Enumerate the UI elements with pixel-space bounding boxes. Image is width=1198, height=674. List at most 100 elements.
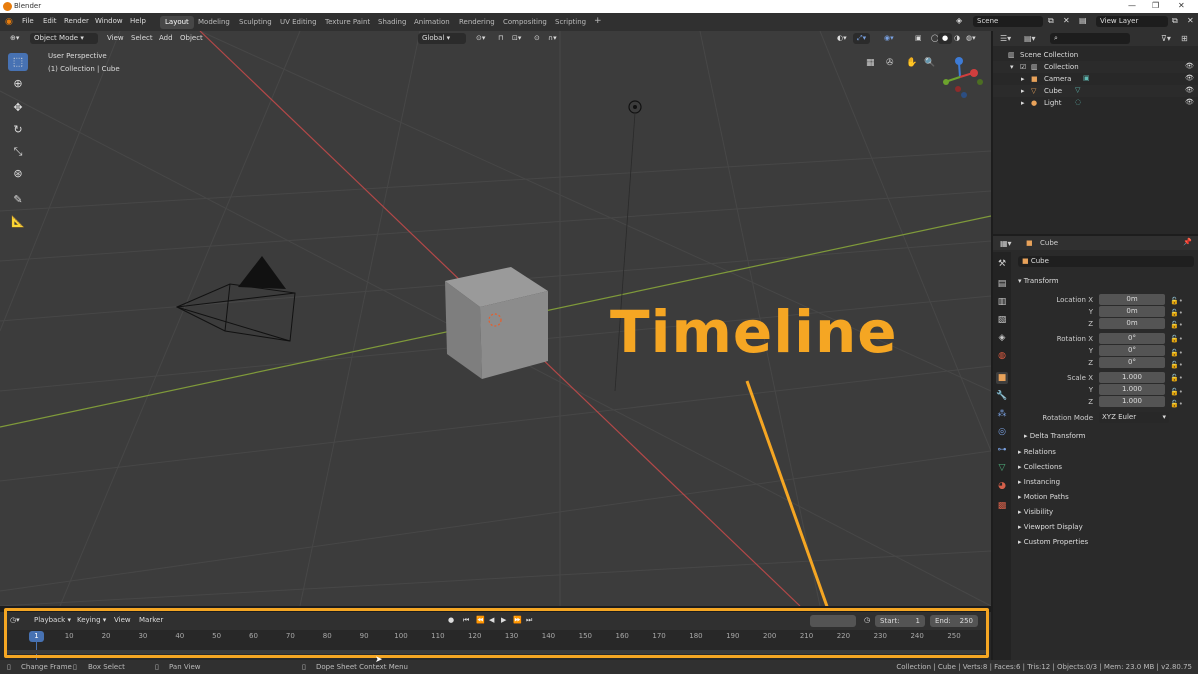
data-tab-icon[interactable]: ▽ — [996, 462, 1008, 474]
menu-render[interactable]: Render — [64, 17, 89, 25]
tab-animation[interactable]: Animation — [409, 16, 455, 29]
tab-texture-paint[interactable]: Texture Paint — [320, 16, 375, 29]
view-layer-field[interactable]: View Layer — [1096, 16, 1168, 27]
end-frame-field[interactable]: End: 250 — [930, 615, 978, 627]
rendered-shading-icon[interactable]: ◍▾ — [962, 33, 980, 44]
view-layer-icon[interactable]: ▤ — [1079, 16, 1087, 25]
panel-viewport-display[interactable]: ▸ Viewport Display — [1018, 523, 1083, 531]
eye-icon[interactable]: 👁 — [1185, 62, 1194, 70]
blender-menu-icon[interactable]: ◉ — [5, 17, 13, 27]
rotation-mode-dropdown[interactable]: XYZ Euler ▾ — [1099, 412, 1169, 423]
menu-object[interactable]: Object — [176, 33, 207, 44]
measure-icon[interactable]: 📐 — [8, 213, 28, 231]
display-mode-icon[interactable]: ▤▾ — [1024, 34, 1036, 43]
location-z-field[interactable]: 0m — [1099, 318, 1165, 329]
select-box-icon[interactable]: ⬚ — [8, 53, 28, 71]
pin-icon[interactable]: 📌 — [1183, 238, 1192, 246]
location-x-field[interactable]: 0m — [1099, 294, 1165, 305]
editor-type-icon[interactable]: ⊕▾ — [6, 33, 23, 44]
timeline-editor-type-icon[interactable]: ◷▾ — [6, 615, 24, 626]
new-view-layer-icon[interactable]: ⧉ — [1172, 16, 1178, 26]
annotate-icon[interactable]: ✎ — [8, 191, 28, 209]
timeline-editor[interactable]: ◷▾ Playback ▾ Keying ▾ View Marker ● ⏮ ⏪… — [0, 612, 991, 660]
object-tab-icon[interactable]: ■ — [996, 372, 1008, 384]
snap-icon[interactable]: ⊓ — [494, 33, 507, 44]
overlay-icon[interactable]: ◉▾ — [880, 33, 898, 44]
visibility-icon[interactable]: ◐▾ — [833, 33, 851, 44]
world-tab-icon[interactable]: ◍ — [996, 350, 1008, 362]
constraints-tab-icon[interactable]: ⊶ — [996, 444, 1008, 456]
maximize-icon[interactable]: ❐ — [1152, 1, 1159, 10]
panel-custom-properties[interactable]: ▸ Custom Properties — [1018, 538, 1088, 546]
navigation-gizmo[interactable]: ▦ ✇ ✋ 🔍 — [860, 53, 985, 123]
jump-end-icon[interactable]: ⏭ — [522, 615, 536, 626]
properties-editor-icon[interactable]: ▦▾ — [1000, 239, 1012, 248]
menu-marker[interactable]: Marker — [135, 615, 167, 626]
tab-sculpting[interactable]: Sculpting — [234, 16, 277, 29]
expand-icon[interactable]: ▸ — [1021, 99, 1025, 107]
outliner-row-cube[interactable]: ▸ ▽ Cube ▽ 👁 — [993, 85, 1198, 97]
orientation-dropdown[interactable]: Global ▾ — [418, 33, 466, 44]
minimize-icon[interactable]: — — [1128, 1, 1136, 10]
move-icon[interactable]: ✥ — [8, 99, 28, 117]
texture-tab-icon[interactable]: ▩ — [996, 500, 1008, 512]
scene-field[interactable]: Scene — [973, 16, 1043, 27]
tab-layout[interactable]: Layout — [160, 16, 194, 29]
panel-relations[interactable]: ▸ Relations — [1018, 448, 1056, 456]
gizmo-icon[interactable]: ⤢▾ — [853, 33, 871, 44]
playhead[interactable]: 1 — [29, 631, 44, 642]
view-layer-tab-icon[interactable]: ▧ — [996, 314, 1008, 326]
particles-tab-icon[interactable]: ⁂ — [996, 408, 1008, 420]
outliner-row-light[interactable]: ▸ ● Light ◌ 👁 — [993, 97, 1198, 109]
start-frame-field[interactable]: Start: 1 — [875, 615, 925, 627]
location-y-field[interactable]: 0m — [1099, 306, 1165, 317]
scale-y-field[interactable]: 1.000 — [1099, 384, 1165, 395]
scale-z-field[interactable]: 1.000 — [1099, 396, 1165, 407]
tab-compositing[interactable]: Compositing — [498, 16, 552, 29]
preview-range-icon[interactable]: ◷ — [860, 615, 874, 626]
rotation-z-field[interactable]: 0° — [1099, 357, 1165, 368]
mode-dropdown[interactable]: Object Mode ▾ — [30, 33, 98, 44]
tab-scripting[interactable]: Scripting — [550, 16, 591, 29]
new-scene-icon[interactable]: ⧉ — [1048, 16, 1054, 26]
current-frame-field[interactable] — [810, 615, 856, 627]
tab-shading[interactable]: Shading — [373, 16, 411, 29]
eye-icon[interactable]: 👁 — [1185, 74, 1194, 82]
material-tab-icon[interactable]: ◕ — [996, 480, 1008, 492]
tool-tab-icon[interactable]: ⚒ — [996, 258, 1008, 270]
panel-visibility[interactable]: ▸ Visibility — [1018, 508, 1053, 516]
menu-timeline-view[interactable]: View — [110, 615, 135, 626]
falloff-icon[interactable]: ∩▾ — [544, 33, 561, 44]
expand-icon[interactable]: ▾ — [1010, 63, 1014, 71]
menu-select[interactable]: Select — [127, 33, 157, 44]
menu-help[interactable]: Help — [130, 17, 146, 25]
panel-instancing[interactable]: ▸ Instancing — [1018, 478, 1060, 486]
rotation-y-field[interactable]: 0° — [1099, 345, 1165, 356]
menu-playback[interactable]: Playback ▾ — [30, 615, 75, 626]
checkbox-icon[interactable]: ☑ — [1020, 63, 1026, 71]
outliner-search-input[interactable]: ⌕ — [1050, 33, 1130, 44]
eye-icon[interactable]: 👁 — [1185, 98, 1194, 106]
outliner-row-camera[interactable]: ▸ ■ Camera ▣ 👁 — [993, 73, 1198, 85]
rotate-icon[interactable]: ↻ — [8, 121, 28, 139]
outliner-row-collection[interactable]: ▾ ☑ ▥ Collection 👁 — [993, 61, 1198, 73]
eye-icon[interactable]: 👁 — [1185, 86, 1194, 94]
output-tab-icon[interactable]: ▥ — [996, 296, 1008, 308]
menu-add[interactable]: Add — [155, 33, 177, 44]
timeline-scrollbar[interactable] — [4, 650, 989, 654]
expand-icon[interactable]: ▸ — [1021, 75, 1025, 83]
panel-motion-paths[interactable]: ▸ Motion Paths — [1018, 493, 1069, 501]
record-icon[interactable]: ● — [444, 615, 458, 626]
panel-collections[interactable]: ▸ Collections — [1018, 463, 1062, 471]
new-collection-icon[interactable]: ⊞ — [1181, 34, 1188, 43]
pivot-icon[interactable]: ⊙▾ — [472, 33, 489, 44]
menu-keying[interactable]: Keying ▾ — [73, 615, 110, 626]
transform-panel-header[interactable]: ▾ Transform — [1018, 277, 1059, 285]
snap-target-icon[interactable]: ⊡▾ — [508, 33, 525, 44]
tab-rendering[interactable]: Rendering — [454, 16, 500, 29]
menu-view[interactable]: View — [103, 33, 128, 44]
proportional-edit-icon[interactable]: ⊙ — [530, 33, 544, 44]
delete-view-layer-icon[interactable]: ✕ — [1187, 16, 1194, 25]
outliner-row-scene-collection[interactable]: ▥ Scene Collection — [993, 49, 1198, 61]
cursor-icon[interactable]: ⊕ — [8, 75, 28, 93]
